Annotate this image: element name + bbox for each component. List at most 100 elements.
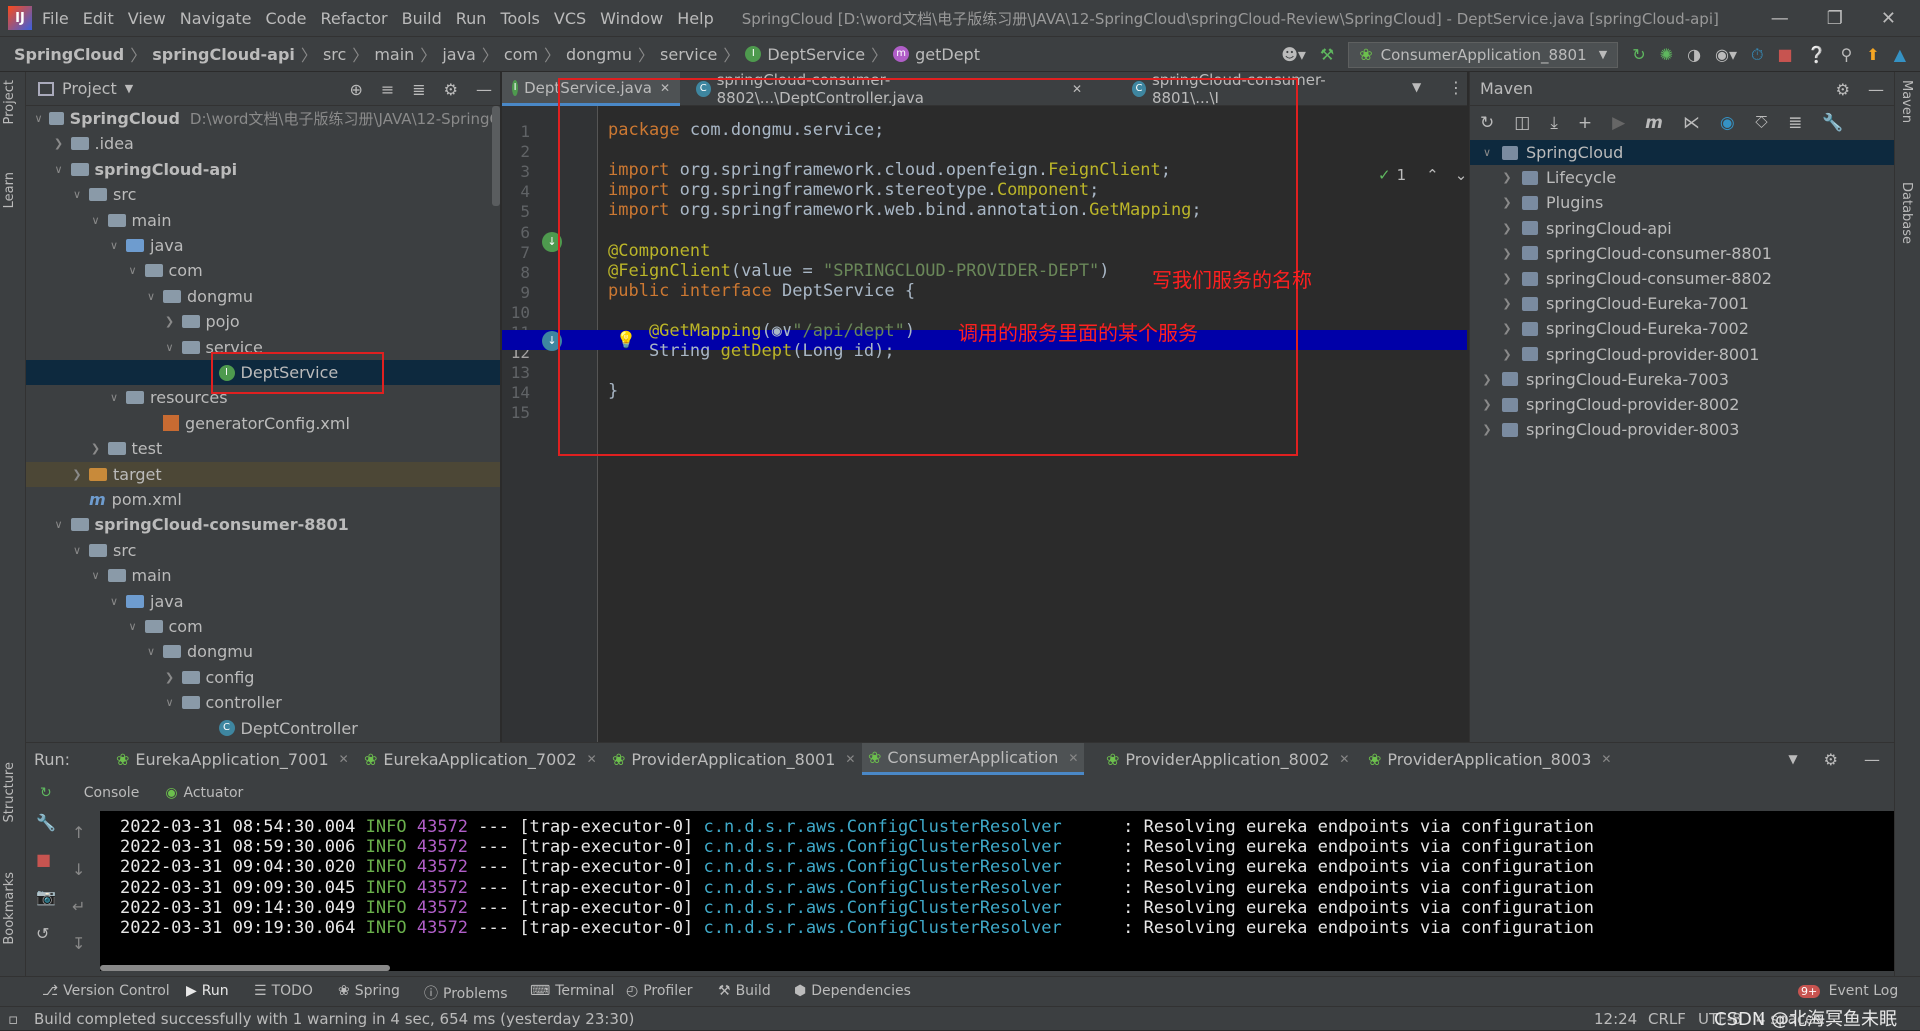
hide-icon[interactable]: — xyxy=(476,80,492,99)
run-tab-providerapplication-8002[interactable]: ❀ ProviderApplication_8002 ✕ xyxy=(1106,743,1349,775)
maven-node[interactable]: ❯ springCloud-consumer-8802 xyxy=(1470,266,1895,291)
tree-node[interactable]: ∨ springCloud-consumer-8801 xyxy=(26,512,500,537)
chevron-up-icon[interactable]: ⌃ xyxy=(1426,166,1439,184)
breadcrumb-item[interactable]: com xyxy=(504,45,538,64)
tree-node[interactable]: ❯ target xyxy=(26,461,500,487)
status-message[interactable]: Build completed successfully with 1 warn… xyxy=(34,1010,634,1028)
tree-node[interactable]: ❯ test xyxy=(26,436,500,461)
collapse-all-icon[interactable]: ≣ xyxy=(1788,113,1802,133)
skip-tests-icon[interactable]: ⋉ xyxy=(1683,113,1700,133)
tree-node[interactable]: ∨ springCloud-api xyxy=(26,157,500,182)
maven-node[interactable]: ❯ springCloud-provider-8001 xyxy=(1470,342,1895,367)
profile-icon[interactable]: ◉▾ xyxy=(1715,45,1737,64)
chevron-down-icon[interactable]: ∨ xyxy=(162,341,178,354)
maven-node[interactable]: ❯ springCloud-provider-8003 xyxy=(1470,417,1895,442)
menu-vcs[interactable]: VCS xyxy=(554,9,586,28)
chevron-down-icon[interactable]: ∨ xyxy=(1478,146,1496,159)
breadcrumb-item[interactable]: dongmu xyxy=(566,45,632,64)
breadcrumb-item[interactable]: src xyxy=(323,45,346,64)
actuator-tab[interactable]: ◉ Actuator xyxy=(165,785,243,801)
inspection-widget[interactable]: ✓ 1 ⌃ ⌄ xyxy=(1378,166,1467,184)
breadcrumb-item[interactable]: service xyxy=(660,45,717,64)
chevron-right-icon[interactable]: ❯ xyxy=(1478,398,1496,411)
chevron-right-icon[interactable]: ❯ xyxy=(1478,423,1496,436)
locate-icon[interactable]: ⊕ xyxy=(349,80,362,99)
console-hscrollbar[interactable] xyxy=(100,965,390,971)
maven-node[interactable]: ❯ springCloud-api xyxy=(1470,216,1895,241)
tree-node[interactable]: ∨ java xyxy=(26,233,500,258)
chevron-down-icon[interactable]: ∨ xyxy=(88,214,104,227)
breadcrumb-item[interactable]: SpringCloud xyxy=(14,45,124,64)
tree-node[interactable]: ❯ .idea xyxy=(26,131,500,156)
wrench-icon[interactable]: 🔧 xyxy=(36,813,62,832)
toolwindow-problems[interactable]: ⓘ Problems xyxy=(424,983,508,1003)
chevron-down-icon[interactable]: ∨ xyxy=(69,188,85,201)
toolwindow-build[interactable]: ⚒ Build xyxy=(718,983,771,999)
scroll-to-end-icon[interactable]: ↧ xyxy=(72,934,98,953)
show-dependencies-icon[interactable]: ⎏ xyxy=(1755,113,1768,133)
chevron-down-icon[interactable]: ∨ xyxy=(106,391,122,404)
more-icon[interactable]: ⋮ xyxy=(1448,78,1464,97)
maven-node[interactable]: ❯ springCloud-Eureka-7001 xyxy=(1470,291,1895,316)
reload-icon[interactable]: ↻ xyxy=(1480,113,1494,133)
chevron-down-icon[interactable]: ∨ xyxy=(106,595,122,608)
chevron-down-icon[interactable]: ∨ xyxy=(88,569,104,582)
tree-node[interactable]: ∨ main xyxy=(26,208,500,233)
gear-icon[interactable]: ⚙ xyxy=(1824,750,1838,769)
breadcrumb-item[interactable]: springCloud-api xyxy=(152,45,295,64)
chevron-right-icon[interactable]: ❯ xyxy=(162,671,178,684)
tree-node[interactable]: ∨ src xyxy=(26,182,500,207)
console-tab[interactable]: Console xyxy=(84,785,140,801)
run-tab-providerapplication-8001[interactable]: ❀ ProviderApplication_8001 ✕ xyxy=(612,743,855,775)
chevron-right-icon[interactable]: ❯ xyxy=(1498,196,1516,209)
gear-icon[interactable]: ⚙ xyxy=(444,80,458,99)
structure-tool-button[interactable]: Structure xyxy=(2,762,17,822)
tree-node[interactable]: ∨ SpringCloud D:\word文档\电子版练习册\JAVA\12-Spr… xyxy=(26,106,500,131)
chevron-down-icon[interactable]: ∨ xyxy=(143,645,159,658)
project-scrollbar[interactable] xyxy=(492,106,500,206)
tree-node[interactable]: generatorConfig.xml xyxy=(26,411,500,436)
plus-icon[interactable]: + xyxy=(1578,113,1592,133)
toolwindow-run[interactable]: ▶ Run xyxy=(186,983,229,999)
close-icon[interactable]: ✕ xyxy=(845,752,855,766)
run-tab-eurekaapplication-7001[interactable]: ❀ EurekaApplication_7001 ✕ xyxy=(116,743,349,775)
chevron-down-icon[interactable]: ∨ xyxy=(32,112,45,125)
menu-run[interactable]: Run xyxy=(456,9,487,28)
close-icon[interactable]: ✕ xyxy=(1601,752,1611,766)
build-hammer-icon[interactable]: ⚒ xyxy=(1320,45,1334,64)
stop-icon[interactable]: ■ xyxy=(1778,45,1793,64)
tree-node[interactable]: ❯ config xyxy=(26,665,500,690)
menu-navigate[interactable]: Navigate xyxy=(180,9,252,28)
chevron-right-icon[interactable]: ❯ xyxy=(88,442,104,455)
stop-icon[interactable]: ■ xyxy=(36,850,62,869)
chevron-down-icon[interactable]: ▼ xyxy=(1788,752,1797,766)
maven-node[interactable]: ❯ springCloud-consumer-8801 xyxy=(1470,241,1895,266)
breadcrumb-item[interactable]: DeptService xyxy=(767,45,865,64)
console-output[interactable]: 2022-03-31 08:54:30.004 INFO 43572 --- [… xyxy=(100,811,1894,971)
chevron-right-icon[interactable]: ❯ xyxy=(1498,247,1516,260)
chevron-right-icon[interactable]: ❯ xyxy=(1498,222,1516,235)
chevron-down-icon[interactable]: ∨ xyxy=(69,544,85,557)
tree-node[interactable]: C DeptController xyxy=(26,716,500,741)
maven-node[interactable]: ∨ SpringCloud xyxy=(1470,140,1895,165)
add-user-icon[interactable]: ☻▾ xyxy=(1281,45,1306,64)
menu-refactor[interactable]: Refactor xyxy=(320,9,387,28)
chevron-down-icon[interactable]: ▼ xyxy=(125,82,133,95)
learn-tool-button[interactable]: Learn xyxy=(2,172,17,208)
chevron-right-icon[interactable]: ❯ xyxy=(162,315,178,328)
add-maven-project-icon[interactable]: ◫ xyxy=(1514,113,1530,133)
toolwindow-profiler[interactable]: ◴ Profiler xyxy=(626,983,693,999)
plugin-icon[interactable]: ▲ xyxy=(1894,45,1906,64)
run-icon[interactable]: ▶ xyxy=(1612,113,1625,133)
project-title[interactable]: Project xyxy=(62,79,117,98)
database-tool-button[interactable]: Database xyxy=(1899,182,1914,244)
tree-node[interactable]: ∨ dongmu xyxy=(26,284,500,309)
toolwindow-dependencies[interactable]: ⬢ Dependencies xyxy=(794,983,911,999)
tree-node[interactable]: ∨ controller xyxy=(26,690,500,715)
close-icon[interactable]: ✕ xyxy=(1339,752,1349,766)
search-icon[interactable]: ⚲ xyxy=(1841,45,1853,64)
timer-icon[interactable]: ⏱ xyxy=(1751,45,1763,65)
menu-code[interactable]: Code xyxy=(266,9,307,28)
arrow-up-icon[interactable]: ↑ xyxy=(72,823,98,842)
project-tool-button[interactable]: Project xyxy=(2,80,17,124)
